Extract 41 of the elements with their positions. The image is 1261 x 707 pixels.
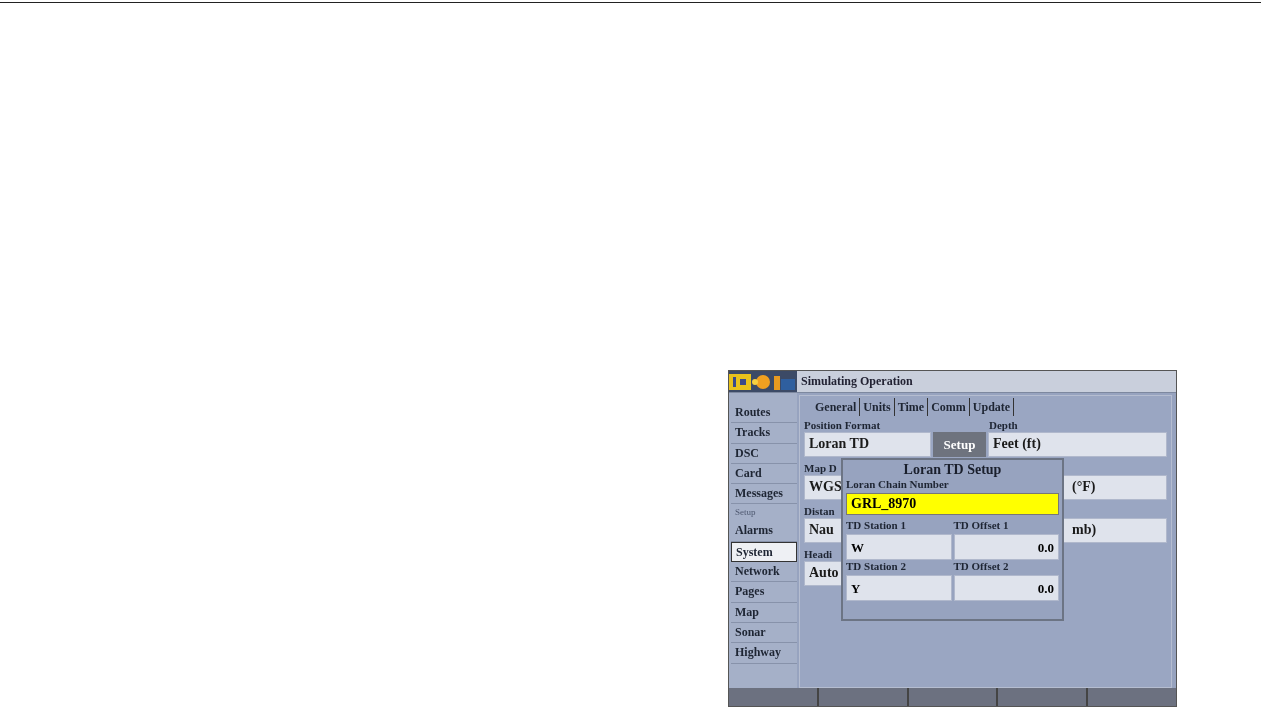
tab[interactable]: Update — [969, 398, 1015, 416]
field-label: Position Format — [804, 418, 881, 432]
sun-icon[interactable] — [752, 373, 772, 390]
sidebar-item[interactable]: System — [731, 541, 797, 563]
field-label: Depth — [989, 418, 1019, 432]
sidebar-item[interactable]: Pages — [731, 582, 797, 603]
field-label: TD Station 1 — [846, 519, 907, 533]
sidebar-item[interactable]: Card — [731, 463, 797, 485]
chain-number-field[interactable]: GRL_8970 — [846, 493, 1059, 515]
field-label: Map D — [804, 461, 837, 475]
window-title: Simulating Operation — [801, 374, 913, 389]
sidebar-item[interactable]: Alarms — [731, 521, 797, 542]
value-field[interactable]: Loran TD — [804, 432, 931, 457]
sidebar-item[interactable]: DSC — [731, 443, 797, 464]
dialog-title: Loran TD Setup — [902, 462, 1003, 478]
sidebar-item[interactable]: Network — [731, 562, 797, 583]
field-label: Headi — [804, 547, 833, 561]
offset-field[interactable]: 0.0 — [953, 575, 1059, 601]
value-field[interactable]: Feet (ft) — [988, 432, 1167, 457]
tab[interactable]: General — [812, 398, 861, 416]
sidebar-item[interactable]: Routes — [731, 403, 797, 424]
tab[interactable]: Units — [860, 398, 895, 416]
tab[interactable]: Comm — [928, 398, 970, 416]
station-field[interactable]: Y — [846, 575, 952, 601]
sidebar-item[interactable]: Tracks — [731, 423, 797, 444]
field-label: TD Offset 2 — [953, 560, 1010, 574]
section-header: Setup — [734, 506, 757, 520]
grid-icon[interactable] — [729, 373, 751, 390]
offset-field[interactable]: 0.0 — [953, 534, 1059, 560]
field-label: TD Station 2 — [846, 560, 907, 574]
setup-button[interactable]: Setup — [933, 432, 986, 457]
field-label: Loran Chain Number — [846, 478, 950, 492]
sidebar-item[interactable]: Messages — [731, 484, 797, 505]
sidebar-item[interactable]: Map — [731, 602, 797, 623]
soft-key[interactable] — [908, 688, 997, 706]
bars-icon[interactable] — [773, 373, 795, 390]
sidebar-item[interactable]: Sonar — [731, 622, 797, 644]
tab[interactable]: Time — [894, 398, 929, 416]
sidebar-item[interactable]: Highway — [731, 643, 797, 664]
station-field[interactable]: W — [846, 534, 952, 560]
field-label: Distan — [804, 504, 835, 518]
